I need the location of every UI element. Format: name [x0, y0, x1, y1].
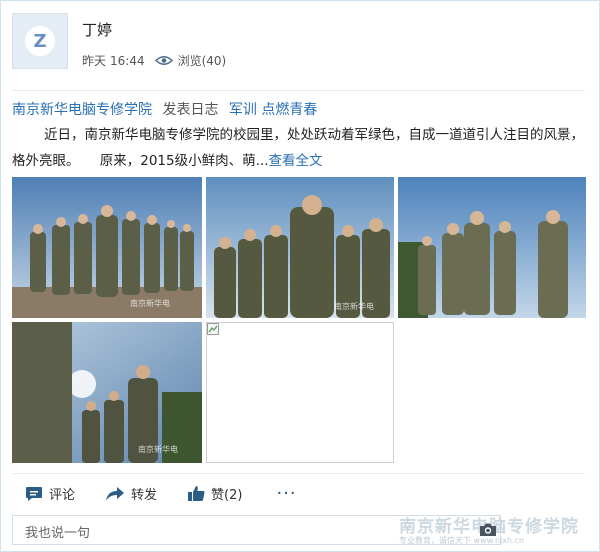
post-time: 16:44: [110, 53, 145, 68]
post-action-text: 发表日志: [162, 102, 219, 118]
camera-icon[interactable]: [479, 522, 497, 537]
post-meta: 昨天 16:44 浏览(40): [82, 52, 226, 69]
post-photo-4[interactable]: 南京新华电: [12, 322, 202, 463]
post-photo-1[interactable]: 南京新华电: [12, 177, 202, 318]
header-divider: [12, 90, 585, 91]
post-actions: 评论 转发 赞(2) ···: [25, 483, 297, 504]
comment-icon: [26, 486, 42, 501]
username[interactable]: 丁婷: [82, 19, 112, 40]
views-count: 浏览(40): [177, 54, 227, 68]
brand-watermark-sub: 专业教育，诚信天下 www.njxh.cn: [399, 536, 525, 545]
post-subject-link[interactable]: 军训 点燃青春: [229, 102, 317, 118]
share-arrow-icon: [106, 486, 125, 501]
qzone-star-icon: Z: [25, 26, 55, 56]
more-options-button[interactable]: ···: [276, 483, 296, 504]
eye-icon: [154, 55, 173, 66]
footer-divider: [12, 473, 585, 474]
post-photo-2[interactable]: 南京新华电: [206, 177, 394, 318]
avatar[interactable]: Z: [12, 13, 68, 69]
post-title-line: 南京新华电脑专修学院 发表日志 军训 点燃青春: [12, 99, 317, 119]
broken-image-icon: [207, 323, 219, 335]
share-label: 转发: [131, 488, 158, 503]
post-photo-5-broken[interactable]: [206, 322, 394, 463]
share-button[interactable]: 转发: [105, 484, 157, 503]
thumbs-up-icon: [188, 486, 205, 502]
post-day: 昨天: [82, 54, 107, 68]
like-button[interactable]: 赞(2): [187, 484, 242, 503]
post-photo-3[interactable]: [398, 177, 586, 318]
photo-watermark: 南京新华电: [334, 302, 374, 311]
like-count: 赞(2): [211, 488, 243, 503]
author-link[interactable]: 南京新华电脑专修学院: [12, 102, 152, 118]
post-body: 近日，南京新华电脑专修学院的校园里，处处跃动着军绿色，自成一道道引人注目的风景，…: [12, 122, 584, 174]
photo-watermark: 南京新华电: [130, 299, 170, 308]
comment-label: 评论: [49, 488, 76, 503]
comment-button[interactable]: 评论: [25, 484, 75, 503]
post-card: Z 丁婷 昨天 16:44 浏览(40) 南京新华电脑专修学院 发表日志 军训 …: [0, 0, 600, 552]
read-more-link[interactable]: 查看全文: [268, 153, 322, 169]
photo-watermark: 南京新华电: [138, 445, 178, 454]
